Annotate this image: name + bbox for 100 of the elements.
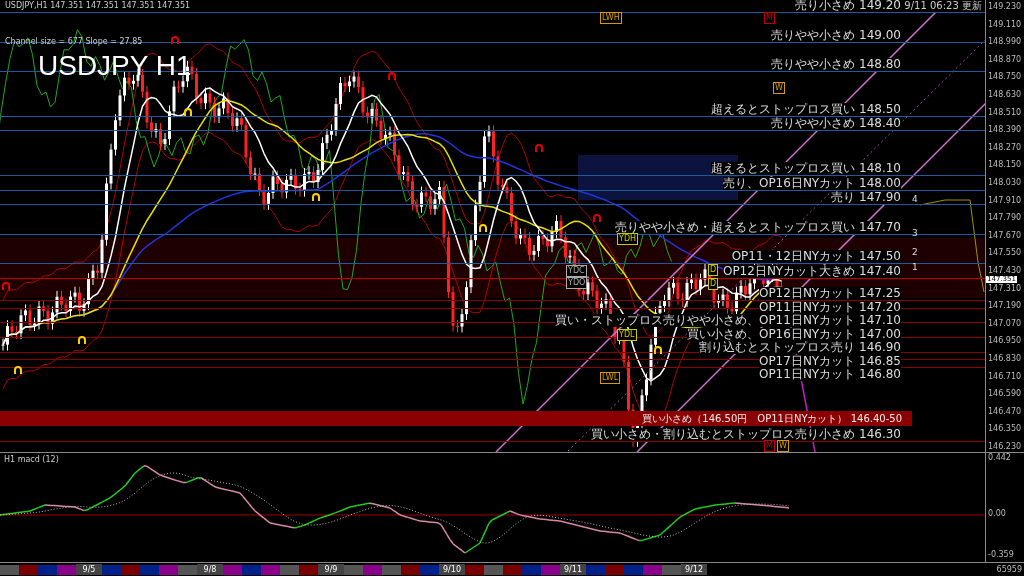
chart-marker: YDO bbox=[566, 277, 588, 289]
arc-marker-icon bbox=[534, 143, 544, 153]
level-label: 割り込むとストップロス売り 146.90 bbox=[699, 341, 901, 355]
price-tick: 147.430 bbox=[988, 267, 1022, 275]
level-label: OP17日NYカット 146.85 bbox=[758, 354, 901, 368]
price-tick: 148.510 bbox=[988, 108, 1022, 117]
session-segment bbox=[382, 564, 401, 575]
arc-marker-icon bbox=[592, 213, 602, 223]
chart-marker: LWH bbox=[600, 12, 622, 24]
session-segment bbox=[605, 564, 624, 575]
price-tick: 146.470 bbox=[988, 407, 1022, 416]
arc-marker-icon bbox=[183, 107, 193, 117]
chart-marker: M bbox=[764, 12, 775, 24]
session-segment bbox=[643, 564, 662, 575]
level-label: 売りやや小さめ 149.00 bbox=[771, 28, 901, 42]
arc-marker-icon bbox=[653, 345, 663, 355]
wave-number: 2 bbox=[912, 247, 918, 257]
session-segment bbox=[484, 564, 503, 575]
price-tick: 147.670 bbox=[988, 231, 1022, 240]
indicator-label: H1 macd (12) bbox=[4, 455, 59, 465]
price-tick: 148.390 bbox=[988, 126, 1022, 135]
date-label: 9/10 bbox=[439, 564, 465, 575]
arc-marker-icon bbox=[170, 35, 180, 45]
arc-marker-icon bbox=[13, 365, 23, 375]
session-segment bbox=[344, 564, 363, 575]
macd-tick: -0.359 bbox=[988, 551, 1014, 559]
level-label: 買い小さめ、OP16日NYカット 147.00 bbox=[686, 327, 901, 341]
date-label: 9/5 bbox=[76, 564, 102, 575]
macd-tick: 0.442 bbox=[988, 454, 1011, 462]
wave-number: 4 bbox=[912, 194, 918, 204]
session-segment bbox=[0, 564, 19, 575]
price-tick: 147.790 bbox=[988, 214, 1022, 223]
session-segment bbox=[503, 564, 522, 575]
wave-number: 1 bbox=[912, 262, 918, 272]
price-tick: 148.030 bbox=[988, 179, 1022, 187]
session-segment bbox=[140, 564, 159, 575]
chart-marker: YDL bbox=[617, 329, 637, 341]
arc-marker-icon bbox=[387, 71, 397, 81]
level-label: 超えるとストップロス買い 148.10 bbox=[711, 161, 901, 175]
arc-marker-icon bbox=[478, 223, 488, 233]
session-segment bbox=[121, 564, 140, 575]
session-segment bbox=[261, 564, 280, 575]
session-segment bbox=[178, 564, 197, 575]
level-label: 買い小さめ・割り込むとストップロス売り小さめ 146.30 bbox=[591, 427, 901, 441]
price-tick: 146.950 bbox=[988, 337, 1022, 346]
arc-marker-icon bbox=[77, 335, 87, 345]
session-segment bbox=[19, 564, 38, 575]
level-label: OP11日NYカット 146.80 bbox=[758, 368, 901, 382]
date-label: 9/9 bbox=[318, 564, 344, 575]
price-tick: 148.870 bbox=[988, 55, 1022, 64]
level-label: OP11・12日NYカット 147.50 bbox=[731, 250, 901, 264]
session-segment bbox=[242, 564, 261, 575]
session-segment bbox=[280, 564, 299, 575]
level-label: OP12日NYカット 147.25 bbox=[758, 287, 901, 301]
session-segment bbox=[223, 564, 242, 575]
session-segment bbox=[159, 564, 178, 575]
price-tick: 148.150 bbox=[988, 161, 1022, 170]
price-tick: 147.910 bbox=[988, 196, 1022, 205]
price-tick: 149.110 bbox=[988, 20, 1022, 29]
level-label: 売りやや小さめ・超えるとストップロス買い 147.70 bbox=[615, 220, 901, 234]
session-segment bbox=[420, 564, 439, 575]
price-tick: 147.550 bbox=[988, 249, 1022, 258]
session-segment bbox=[522, 564, 541, 575]
price-band: 買い小さめ（146.50円 OP11日NYカット） 146.40-50 bbox=[0, 411, 912, 427]
arc-marker-icon bbox=[1, 281, 11, 291]
chart-marker: YDH bbox=[617, 233, 639, 245]
chart-marker: M bbox=[764, 440, 775, 452]
chart-marker: D bbox=[708, 278, 719, 290]
arc-marker-icon bbox=[311, 192, 321, 202]
session-segment bbox=[624, 564, 643, 575]
chart-header: USDJPY,H1 147.351 147.351 147.351 147.351 bbox=[5, 1, 191, 11]
price-tick: 146.350 bbox=[988, 425, 1022, 434]
level-label: 売りやや小さめ 148.40 bbox=[771, 117, 901, 131]
session-segment bbox=[363, 564, 382, 575]
price-tick: 147.070 bbox=[988, 319, 1022, 328]
price-tick: 149.230 bbox=[988, 3, 1022, 11]
macd-tick: 0.00 bbox=[988, 510, 1006, 518]
level-label: 売り小さめ 149.20 bbox=[795, 0, 901, 13]
chart-marker: YDC bbox=[566, 265, 587, 277]
price-tick: 148.990 bbox=[988, 38, 1022, 47]
price-tick: 146.710 bbox=[988, 372, 1022, 381]
price-tick: 147.190 bbox=[988, 302, 1022, 311]
session-segment bbox=[401, 564, 420, 575]
level-label: 売り、OP16日NYカット 148.00 bbox=[722, 176, 901, 190]
session-segment bbox=[662, 564, 681, 575]
wave-number: 3 bbox=[912, 228, 918, 238]
chart-marker: W bbox=[773, 82, 785, 94]
session-segment bbox=[38, 564, 57, 575]
price-tick: 147.310 bbox=[988, 284, 1022, 293]
session-segment bbox=[299, 564, 318, 575]
session-segment bbox=[586, 564, 605, 575]
date-label: 9/11 bbox=[560, 564, 586, 575]
chart-marker: LWL bbox=[600, 372, 621, 384]
session-segment bbox=[465, 564, 484, 575]
level-label: 超えるとストップロス買い 148.50 bbox=[711, 102, 901, 116]
update-time: 9/11 06:23 更新 bbox=[904, 0, 982, 12]
session-segment bbox=[541, 564, 560, 575]
price-tick: 148.750 bbox=[988, 73, 1022, 82]
price-tick: 148.630 bbox=[988, 91, 1022, 99]
price-tick: 146.590 bbox=[988, 390, 1022, 399]
